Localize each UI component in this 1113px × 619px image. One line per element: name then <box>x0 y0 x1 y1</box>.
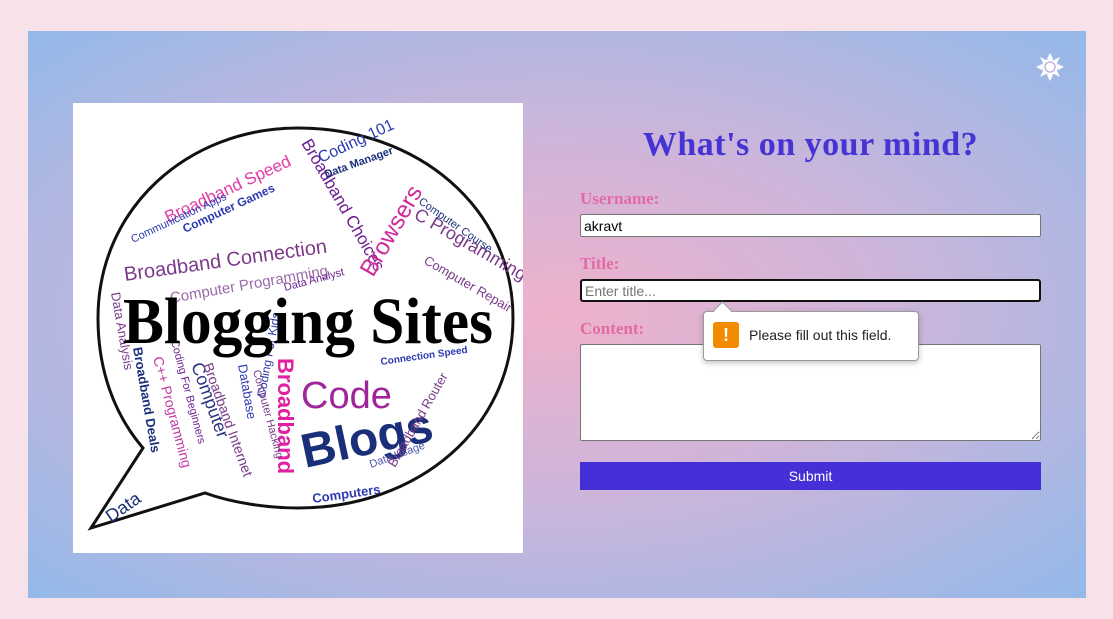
post-form: What's on your mind? Username: Title: Co… <box>580 126 1041 490</box>
title-input[interactable] <box>580 279 1041 302</box>
warning-icon: ! <box>713 322 739 348</box>
speech-bubble-illustration: Broadband Speed Broadband Connection Com… <box>87 117 523 531</box>
main-card: Broadband Speed Broadband Connection Com… <box>28 31 1086 598</box>
username-label: Username: <box>580 189 660 208</box>
content-label: Content: <box>580 319 645 338</box>
title-label: Title: <box>580 254 620 273</box>
word-cloud-headline: Blogging Sites <box>123 285 493 358</box>
username-input[interactable] <box>580 214 1041 237</box>
validation-tooltip: ! Please fill out this field. <box>703 311 919 361</box>
validation-message: Please fill out this field. <box>749 327 892 343</box>
submit-button[interactable]: Submit <box>580 462 1041 490</box>
page-title: What's on your mind? <box>642 126 979 163</box>
sun-icon <box>1036 53 1064 81</box>
theme-toggle-button[interactable] <box>1036 53 1064 81</box>
blogging-sites-word-cloud-image: Broadband Speed Broadband Connection Com… <box>73 103 523 553</box>
